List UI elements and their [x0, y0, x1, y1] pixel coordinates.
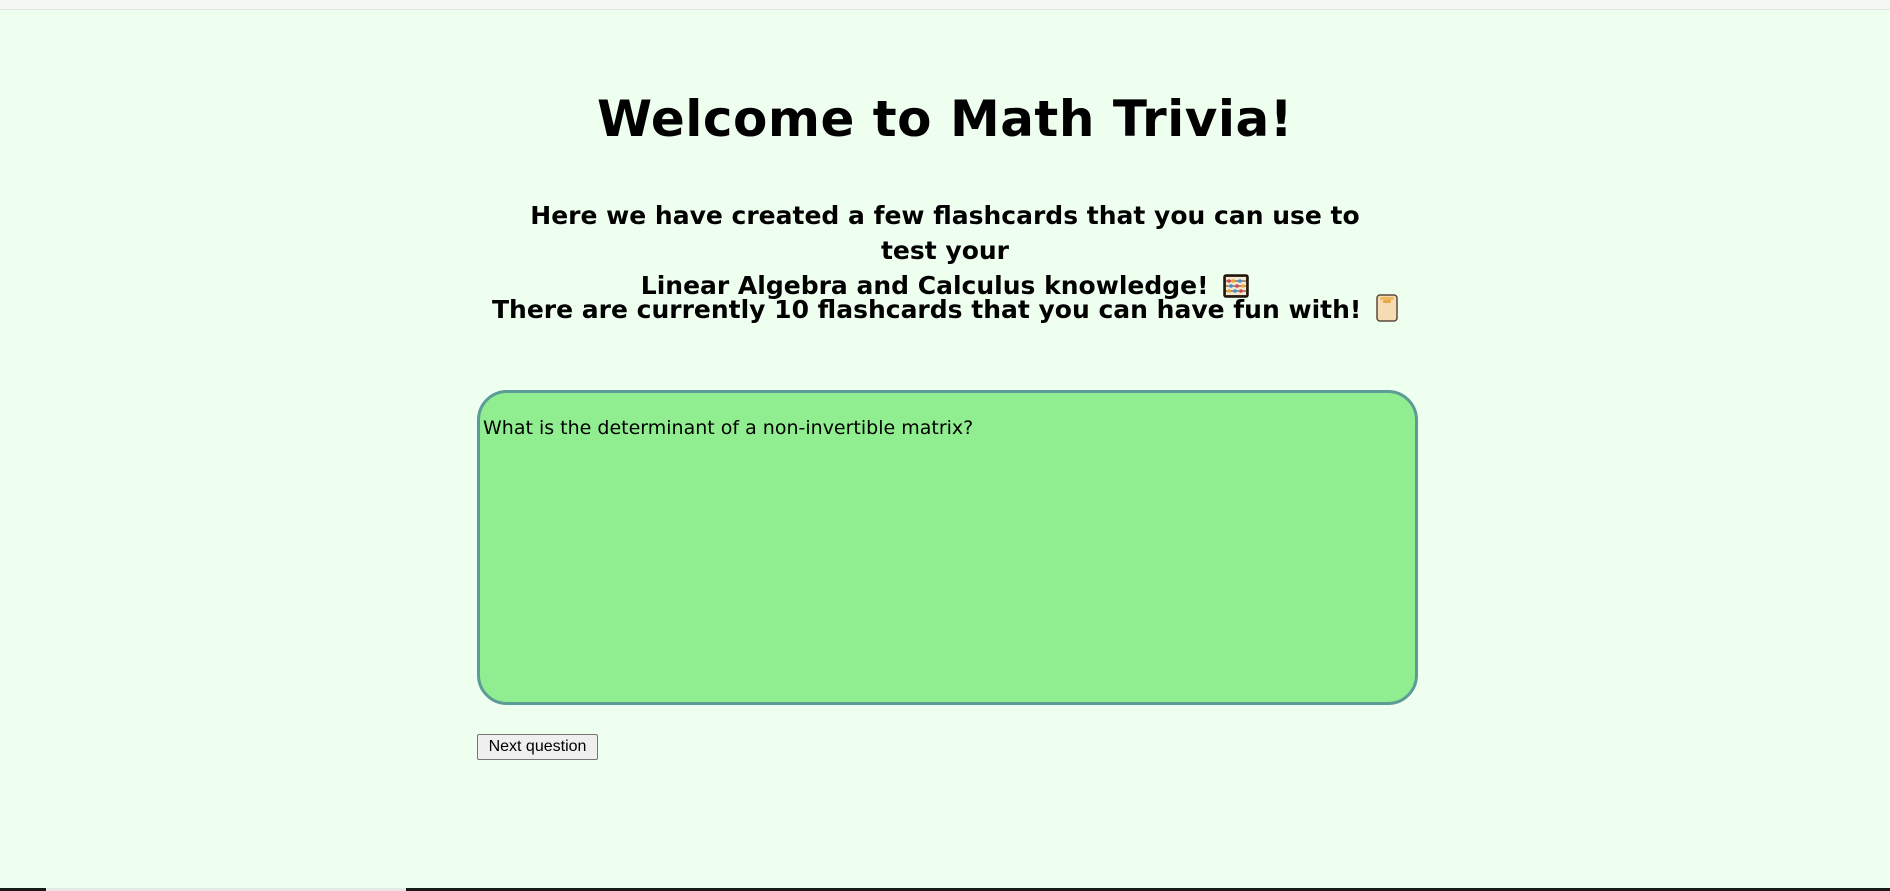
intro-text: Here we have created a few flashcards th… [500, 198, 1390, 307]
flashcard-question: What is the determinant of a non-inverti… [483, 417, 974, 439]
flashcard[interactable]: What is the determinant of a non-inverti… [477, 390, 1418, 705]
card-index-icon [1376, 294, 1398, 331]
browser-top-strip [0, 0, 1890, 10]
next-question-button[interactable]: Next question [477, 734, 598, 760]
flashcard-count-text: There are currently 10 flashcards that y… [0, 292, 1890, 331]
count-label: There are currently 10 flashcards that y… [491, 295, 1362, 324]
page-title: Welcome to Math Trivia! [596, 90, 1294, 148]
page-container: Welcome to Math Trivia! Here we have cre… [0, 10, 1890, 888]
intro-line-1: Here we have created a few flashcards th… [530, 201, 1360, 265]
